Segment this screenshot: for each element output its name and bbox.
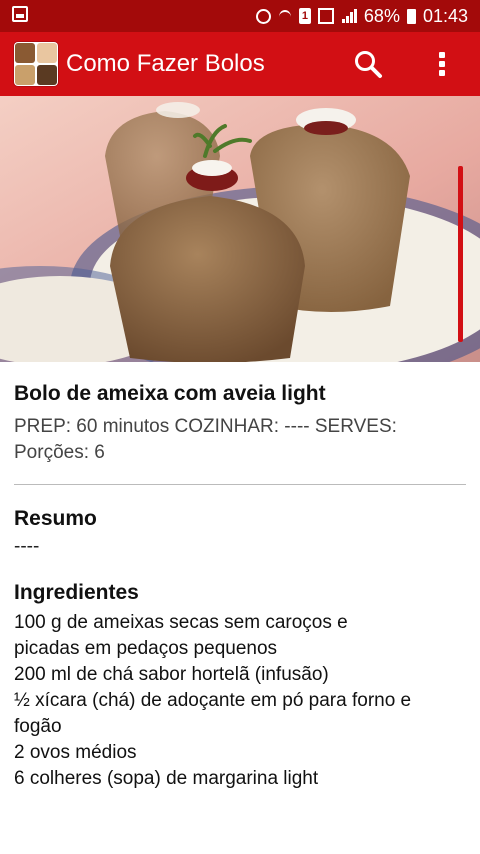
recipe-meta-line: PREP: 60 minutos COZINHAR: ---- SERVES:: [14, 416, 397, 437]
alarm-icon: [255, 8, 271, 24]
list-item: fogão: [14, 716, 62, 737]
list-item: 6 colheres (sopa) de margarina light: [14, 768, 319, 789]
summary-heading: Resumo: [14, 507, 97, 530]
recipe-photo: [0, 96, 480, 362]
list-item: 100 g de ameixas secas sem caroços e: [14, 612, 348, 633]
list-item: 2 ovos médios: [14, 742, 137, 763]
wifi-icon: [278, 8, 292, 24]
search-icon[interactable]: [352, 48, 384, 80]
summary-section: Resumo ----: [14, 504, 466, 560]
ingredients-section: Ingredientes 100 g de ameixas secas sem …: [14, 578, 466, 792]
clock: 01:43: [422, 5, 468, 26]
screenshot-notification-icon: [12, 6, 28, 22]
sim-icon: 1: [298, 8, 311, 24]
recipe-title: Bolo de ameixa com aveia light: [14, 382, 326, 405]
battery-icon: [406, 8, 416, 24]
app-logo-icon[interactable]: [14, 42, 58, 86]
summary-text: ----: [14, 536, 40, 557]
list-item: 200 ml de chá sabor hortelã (infusão): [14, 664, 329, 685]
overflow-menu-icon[interactable]: [434, 48, 450, 80]
list-item: ½ xícara (chá) de adoçante em pó para fo…: [14, 690, 412, 711]
recipe-meta-line: Porções: 6: [14, 442, 105, 463]
signal-box-icon: [317, 8, 334, 24]
app-bar: Como Fazer Bolos: [0, 32, 480, 96]
recipe-header: Bolo de ameixa com aveia light PREP: 60 …: [14, 378, 466, 466]
signal-icon: [341, 8, 357, 24]
recipe-meta: PREP: 60 minutos COZINHAR: ---- SERVES: …: [14, 414, 466, 466]
list-item: picadas em pedaços pequenos: [14, 638, 278, 659]
battery-percent: 68%: [363, 5, 400, 26]
status-bar: 1 68% 01:43: [0, 0, 480, 32]
status-icons: 1 68% 01:43: [255, 0, 468, 32]
divider: [14, 484, 466, 485]
ingredients-list: 100 g de ameixas secas sem caroços e pic…: [14, 610, 466, 792]
app-title: Como Fazer Bolos: [66, 50, 265, 77]
scroll-indicator[interactable]: [458, 166, 463, 342]
ingredients-heading: Ingredientes: [14, 581, 139, 604]
